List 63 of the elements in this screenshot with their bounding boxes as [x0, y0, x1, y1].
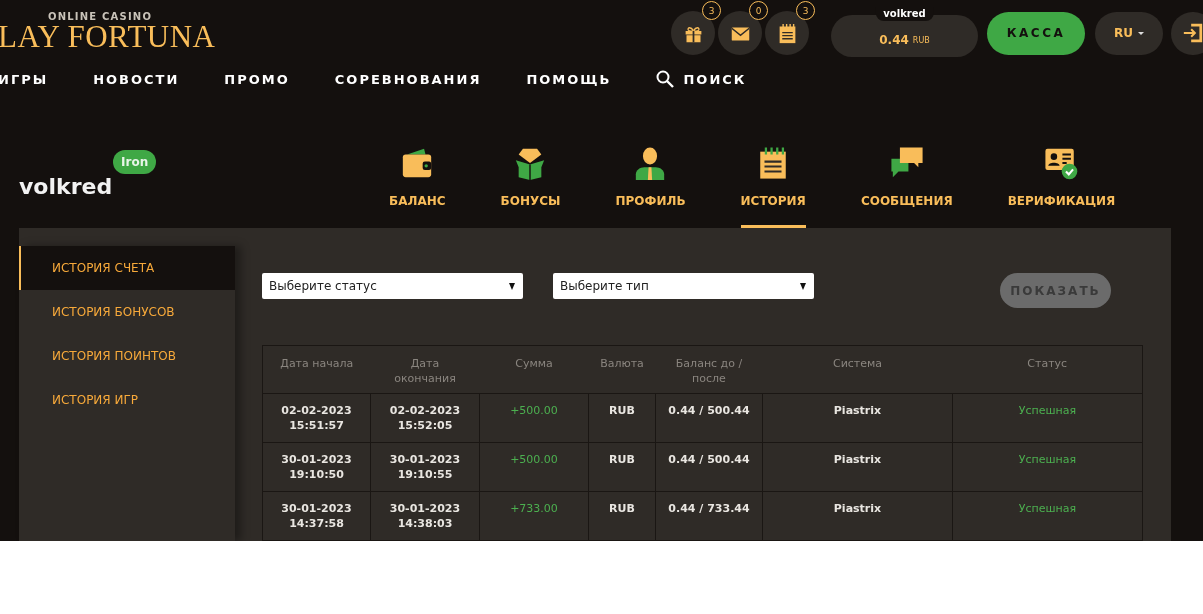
sidebar-item[interactable]: ИСТОРИЯ СЧЕТА	[19, 246, 235, 290]
column-header: Система	[762, 345, 953, 394]
column-header: Дата окончания	[370, 345, 480, 394]
dropdown-arrow-icon	[800, 282, 806, 290]
profile-tab[interactable]: БОНУСЫ	[500, 100, 561, 228]
logout-button[interactable]	[1171, 11, 1203, 55]
table-cell: +733.00	[479, 491, 589, 541]
column-header: Дата начала	[262, 345, 371, 394]
table-cell: 02-02-2023 15:52:05	[370, 393, 480, 443]
profile-tab[interactable]: ПРОФИЛЬ	[615, 100, 686, 228]
dropdown-field[interactable]: Выберите статус	[262, 273, 523, 299]
table-cell: Успешная	[952, 442, 1143, 492]
count-badge: 3	[796, 1, 815, 20]
column-header: Сумма	[479, 345, 589, 394]
logout-icon	[1182, 22, 1203, 44]
table-cell: 30-01-2023 14:37:58	[262, 491, 371, 541]
column-header: Валюта	[588, 345, 656, 394]
table-cell: Piastrix	[762, 393, 953, 443]
table-cell: RUB	[588, 442, 656, 492]
column-header: Статус	[952, 345, 1143, 394]
nav-link[interactable]: ПРОМО	[224, 71, 290, 87]
search-icon	[656, 70, 675, 88]
count-badge: 0	[749, 1, 768, 20]
balance-username: volkred	[875, 7, 934, 21]
table-cell: 30-01-2023 19:10:55	[370, 442, 480, 492]
table-cell: 0.44 / 500.44	[655, 393, 763, 443]
cashier-button[interactable]: КАССА	[987, 11, 1085, 55]
table-cell: Piastrix	[762, 442, 953, 492]
nav-link[interactable]: ИГРЫ	[0, 71, 49, 87]
language-dropdown[interactable]: RU	[1095, 11, 1163, 55]
table-cell: 0.44 / 500.44	[655, 442, 763, 492]
table-cell: +500.00	[479, 442, 589, 492]
balance-amount: 0.44	[879, 33, 909, 47]
column-header: Баланс до / после	[655, 345, 763, 394]
profile-tab[interactable]: СООБЩЕНИЯ	[860, 100, 953, 228]
count-badge: 3	[702, 1, 721, 20]
table-cell: +500.00	[479, 393, 589, 443]
balance-currency: RUB	[912, 36, 930, 45]
table-cell: 02-02-2023 15:51:57	[262, 393, 371, 443]
nav-link[interactable]: НОВОСТИ	[93, 71, 180, 87]
dropdown-arrow-icon	[509, 282, 515, 290]
table-cell: Piastrix	[762, 491, 953, 541]
level-badge: Iron	[113, 150, 157, 174]
nav-link[interactable]: СОРЕВНОВАНИЯ	[334, 71, 482, 87]
nav-link[interactable]: ПОМОЩЬ	[526, 71, 612, 87]
profile-tab[interactable]: БАЛАНС	[389, 100, 446, 228]
logo-tagline: ONLINE CASINO	[48, 10, 154, 22]
table-cell: RUB	[588, 491, 656, 541]
profile-tab[interactable]: ВЕРИФИКАЦИЯ	[1007, 100, 1116, 228]
table-cell: 0.44 / 733.44	[655, 491, 763, 541]
caret-icon	[1138, 31, 1144, 35]
table-cell: Успешная	[952, 491, 1143, 541]
profile-username: volkred	[19, 174, 113, 199]
table-cell: 30-01-2023 14:38:03	[370, 491, 480, 541]
search-link[interactable]: ПОИСК	[656, 70, 747, 88]
dropdown-field[interactable]: Выберите тип	[553, 273, 814, 299]
sidebar-item[interactable]: ИСТОРИЯ БОНУСОВ	[19, 290, 235, 334]
id-card-icon	[1044, 146, 1079, 180]
sidebar-item[interactable]: ИСТОРИЯ ИГР	[19, 378, 235, 422]
table-cell: Успешная	[952, 393, 1143, 443]
table-cell: 30-01-2023 19:10:50	[262, 442, 371, 492]
sidebar-item[interactable]: ИСТОРИЯ ПОИНТОВ	[19, 334, 235, 378]
table-cell: RUB	[588, 393, 656, 443]
